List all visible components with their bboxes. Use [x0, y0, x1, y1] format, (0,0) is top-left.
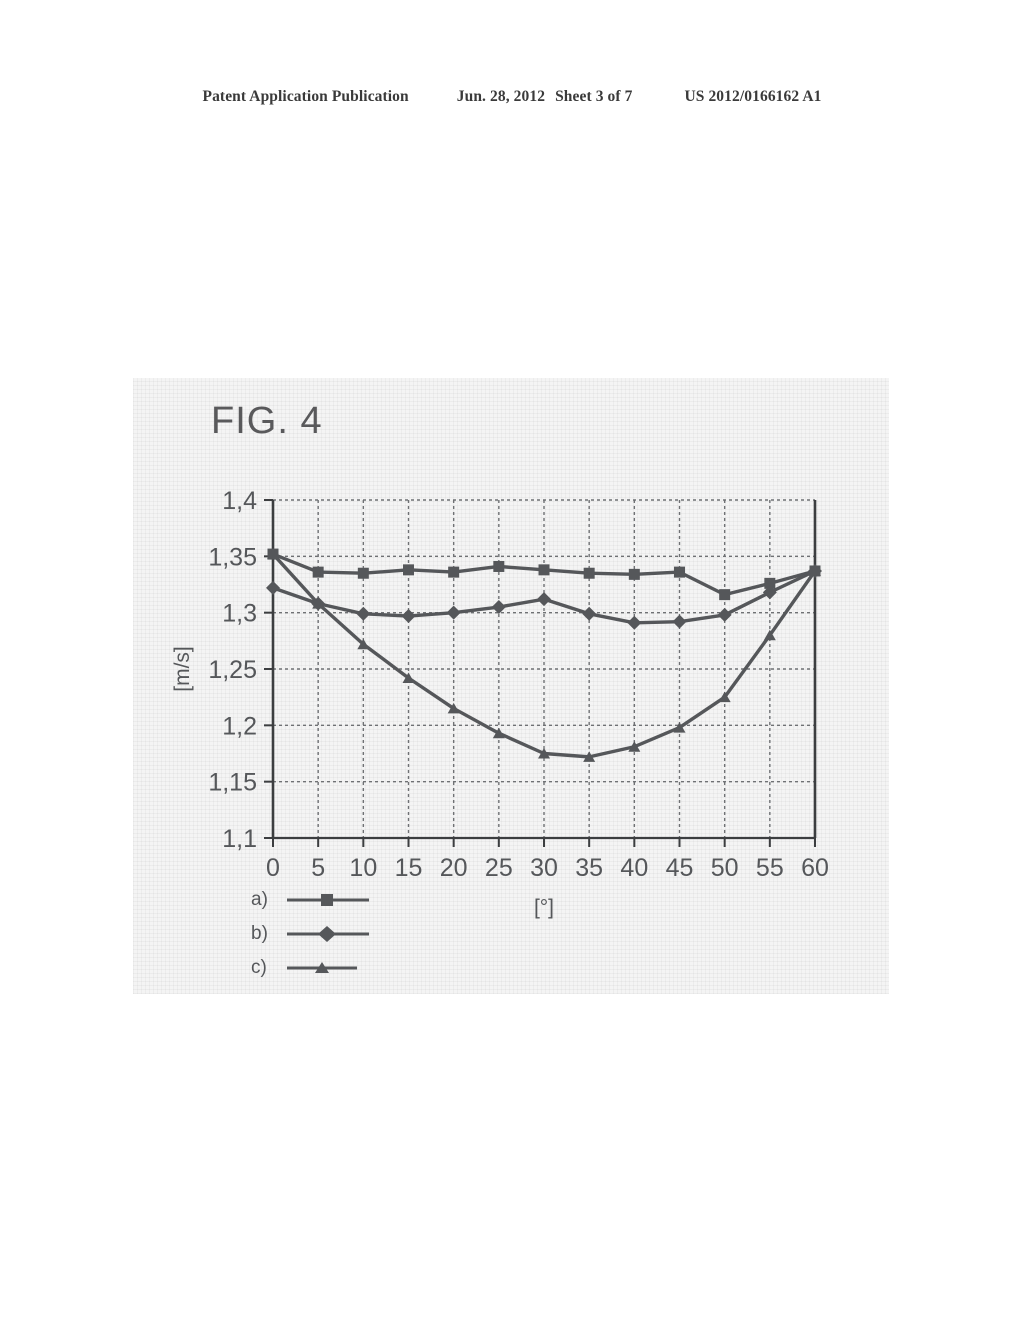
- header-date: Jun. 28, 2012: [456, 88, 546, 105]
- data-point-square: [538, 564, 550, 576]
- x-tick-label: 55: [756, 854, 784, 882]
- legend-item-b: b): [251, 917, 491, 951]
- y-axis-title: [m/s]: [171, 646, 194, 692]
- data-point-diamond: [672, 614, 687, 629]
- x-tick-label: 20: [440, 854, 468, 882]
- y-tick-label: 1,1: [222, 825, 257, 853]
- x-tick-label: 0: [266, 854, 280, 882]
- y-tick-label: 1,2: [222, 712, 257, 740]
- chart-gridlines: [272, 499, 816, 839]
- data-point-diamond: [491, 600, 506, 615]
- data-point-square: [628, 568, 640, 580]
- x-tick-label: 30: [530, 854, 558, 882]
- y-tick-label: 1,3: [222, 600, 257, 628]
- legend-label-c: c): [251, 957, 267, 978]
- data-point-square: [583, 567, 595, 579]
- legend-marker-diamond-icon: [287, 926, 369, 942]
- legend-label-b: b): [251, 923, 268, 944]
- x-axis-title: [°]: [534, 896, 554, 919]
- x-tick-label: 15: [395, 854, 423, 882]
- data-point-square: [403, 564, 414, 576]
- x-tick-label: 60: [801, 854, 829, 882]
- data-point-diamond: [627, 615, 642, 630]
- chart-axes: [264, 499, 817, 847]
- data-point-diamond: [582, 606, 597, 621]
- legend-marker-square-icon: [287, 894, 369, 906]
- data-point-diamond: [717, 607, 732, 622]
- data-point-square: [674, 566, 685, 578]
- x-tick-label: 40: [620, 854, 648, 882]
- chart-container: 1,1 1,15 1,2 1,25 1,3 1,35 1,4 0 5 10 15 20 25 30 35 40…: [133, 478, 889, 994]
- data-point-square: [448, 566, 460, 578]
- header-publication-title: Patent Application Publication: [202, 88, 409, 105]
- y-tick-label: 1,35: [208, 543, 257, 571]
- data-point-square: [312, 566, 324, 578]
- x-tick-label: 5: [311, 854, 325, 882]
- figure-panel: FIG. 4 1,1 1,15 1,2 1,25 1,3 1,35 1,4 0 5 10 15 20 2…: [133, 378, 889, 994]
- x-tick-label: 10: [349, 854, 377, 882]
- legend-label-a: a): [251, 889, 268, 910]
- y-tick-label: 1,15: [208, 769, 257, 797]
- chart-legend: a) b) c): [251, 883, 491, 985]
- data-point-square: [357, 567, 369, 579]
- data-point-diamond: [537, 592, 551, 607]
- x-tick-label: 45: [666, 854, 694, 882]
- x-tick-label: 35: [575, 854, 603, 882]
- y-tick-label: 1,4: [222, 487, 257, 515]
- y-tick-label: 1,25: [208, 656, 257, 684]
- page-header: Patent Application Publication Jun. 28, …: [0, 88, 1024, 106]
- data-point-square: [493, 560, 505, 572]
- legend-item-a: a): [251, 883, 491, 917]
- legend-item-c: c): [251, 951, 491, 985]
- data-point-diamond: [356, 606, 371, 621]
- data-point-square: [719, 589, 731, 601]
- header-document-number: US 2012/0166162 A1: [684, 88, 822, 105]
- x-tick-label: 50: [711, 854, 739, 882]
- figure-title: FIG. 4: [211, 400, 323, 442]
- x-tick-label: 25: [485, 854, 513, 882]
- data-point-diamond: [401, 609, 416, 624]
- data-point-diamond: [266, 580, 280, 595]
- line-chart: 1,1 1,15 1,2 1,25 1,3 1,35 1,4 0 5 10 15 20 25 30 35 40…: [171, 487, 829, 919]
- data-point-diamond: [446, 605, 461, 620]
- header-sheet-number: Sheet 3 of 7: [555, 88, 633, 105]
- legend-marker-triangle-icon: [287, 962, 357, 973]
